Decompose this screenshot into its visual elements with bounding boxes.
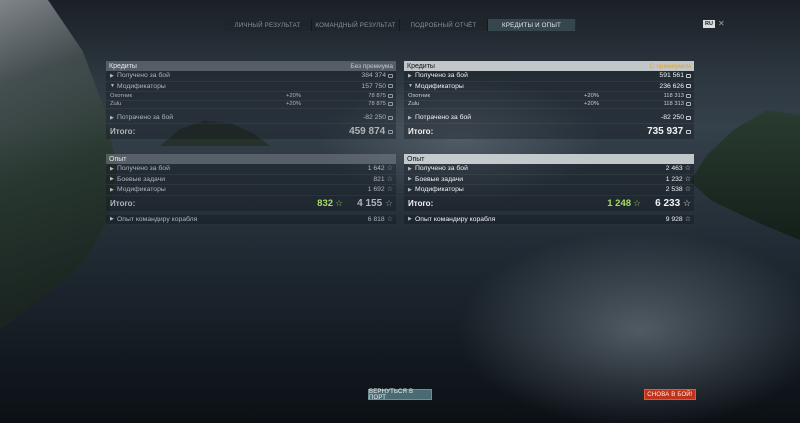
xp-star-icon: ☆: [684, 175, 691, 183]
xp-star-icon: ☆: [684, 186, 691, 194]
region-badge: RU: [703, 19, 715, 28]
modifier-row: Zulu +20% 78 875: [106, 101, 396, 109]
xp-star-icon: ☆: [386, 186, 393, 194]
credits-spent-row[interactable]: ▶ Потрачено за бой -82 250: [404, 113, 694, 124]
tab-credits-and-xp[interactable]: Кредиты и опыт: [488, 19, 576, 31]
return-to-port-button[interactable]: Вернуться в порт: [368, 389, 432, 401]
expand-arrow-icon: ▶: [110, 216, 114, 223]
credit-coin-icon: [686, 93, 691, 98]
xp-modifiers-row[interactable]: ▶ Модификаторы 2 538 ☆: [404, 185, 694, 196]
xp-header: Опыт: [404, 154, 694, 164]
modifier-row: Охотник +20% 78 875: [106, 92, 396, 101]
xp-tasks-row[interactable]: ▶ Боевые задачи 1 232 ☆: [404, 175, 694, 185]
credits-earned-row[interactable]: ▶ Получено за бой 384 374: [106, 71, 396, 82]
credits-header: Кредиты С премиумом: [404, 61, 694, 71]
tab-personal-result[interactable]: Личный результат: [224, 19, 312, 31]
xp-star-icon: ☆: [386, 215, 393, 223]
credit-coin-icon: [686, 102, 691, 107]
xp-star-icon: ☆: [386, 165, 393, 173]
free-xp-star-icon: ☆: [335, 197, 344, 208]
expand-arrow-icon: ▶: [110, 165, 114, 172]
expand-arrow-icon: ▶: [110, 114, 114, 121]
scenery-cliff-right: [690, 110, 800, 240]
xp-panel-premium: Опыт ▶ Получено за бой 2 463 ☆ ▶ Боевые з…: [404, 154, 694, 225]
credit-coin-icon: [388, 73, 393, 78]
credits-total-row: Итого: 459 874: [106, 123, 396, 139]
xp-total-row: Итого: 1 248 ☆ 6 233 ☆: [404, 195, 694, 211]
credits-title: Кредиты: [109, 62, 137, 70]
commander-xp-row[interactable]: ▶ Опыт командиру корабля 9 928 ☆: [404, 215, 694, 225]
xp-star-icon: ☆: [684, 165, 691, 173]
xp-title: Опыт: [109, 155, 127, 163]
xp-modifiers-row[interactable]: ▶ Модификаторы 1 692 ☆: [106, 185, 396, 196]
credit-coin-icon: [686, 84, 691, 89]
expand-arrow-icon: ▶: [110, 186, 114, 193]
expand-arrow-icon: ▶: [408, 114, 412, 121]
xp-title: Опыт: [407, 155, 425, 163]
credit-coin-icon: [388, 102, 393, 107]
credit-coin-icon: [388, 93, 393, 98]
xp-star-icon: ☆: [386, 175, 393, 183]
credit-coin-icon: [686, 115, 691, 120]
credit-coin-icon: [388, 115, 393, 120]
expand-arrow-icon: ▶: [408, 165, 412, 172]
xp-earned-row[interactable]: ▶ Получено за бой 1 642 ☆: [106, 164, 396, 175]
battle-again-button[interactable]: Снова в бой!: [644, 389, 696, 400]
collapse-arrow-icon: ▼: [408, 83, 413, 90]
modifier-row: Охотник +20% 118 313: [404, 92, 694, 101]
tab-team-result[interactable]: Командный результат: [312, 19, 400, 31]
commander-xp-row[interactable]: ▶ Опыт командиру корабля 6 818 ☆: [106, 215, 396, 225]
xp-star-icon: ☆: [384, 197, 393, 208]
xp-header: Опыт: [106, 154, 396, 164]
collapse-arrow-icon: ▼: [110, 83, 115, 90]
expand-arrow-icon: ▶: [408, 216, 412, 223]
credit-coin-icon: [686, 73, 691, 78]
credit-coin-icon: [388, 84, 393, 89]
tab-detailed-report[interactable]: Подробный отчёт: [400, 19, 488, 31]
credit-coin-icon: [388, 129, 393, 134]
credits-modifiers-row[interactable]: ▼ Модификаторы 157 750: [106, 82, 396, 92]
expand-arrow-icon: ▶: [110, 176, 114, 183]
close-icon[interactable]: ✕: [718, 19, 725, 28]
credits-spent-row[interactable]: ▶ Потрачено за бой -82 250: [106, 113, 396, 124]
expand-arrow-icon: ▶: [408, 176, 412, 183]
expand-arrow-icon: ▶: [408, 72, 412, 79]
xp-earned-row[interactable]: ▶ Получено за бой 2 463 ☆: [404, 164, 694, 175]
top-right-controls: RU ✕: [703, 19, 725, 28]
credits-panel-premium: Кредиты С премиумом ▶ Получено за бой 59…: [404, 61, 694, 139]
xp-star-icon: ☆: [682, 197, 691, 208]
free-xp-value: 1 248: [607, 197, 632, 209]
modifier-row: Zulu +20% 118 313: [404, 101, 694, 109]
xp-panel-standard: Опыт ▶ Получено за бой 1 642 ☆ ▶ Боевые з…: [106, 154, 396, 225]
credits-earned-row[interactable]: ▶ Получено за бой 591 561: [404, 71, 694, 82]
xp-tasks-row[interactable]: ▶ Боевые задачи 821 ☆: [106, 175, 396, 185]
premium-label: С премиумом: [649, 62, 691, 70]
xp-star-icon: ☆: [684, 215, 691, 223]
xp-total-row: Итого: 832 ☆ 4 155 ☆: [106, 195, 396, 211]
credits-panel-standard: Кредиты Без премиума ▶ Получено за бой 3…: [106, 61, 396, 139]
credits-modifiers-row[interactable]: ▼ Модификаторы 236 626: [404, 82, 694, 92]
free-xp-value: 832: [317, 197, 334, 209]
credits-header: Кредиты Без премиума: [106, 61, 396, 71]
expand-arrow-icon: ▶: [110, 72, 114, 79]
no-premium-label: Без премиума: [350, 62, 393, 70]
result-tabs: Личный результат Командный результат Под…: [224, 19, 576, 31]
credits-total-row: Итого: 735 937: [404, 123, 694, 139]
credits-title: Кредиты: [407, 62, 435, 70]
credit-coin-icon: [686, 129, 691, 134]
expand-arrow-icon: ▶: [408, 186, 412, 193]
free-xp-star-icon: ☆: [633, 197, 642, 208]
